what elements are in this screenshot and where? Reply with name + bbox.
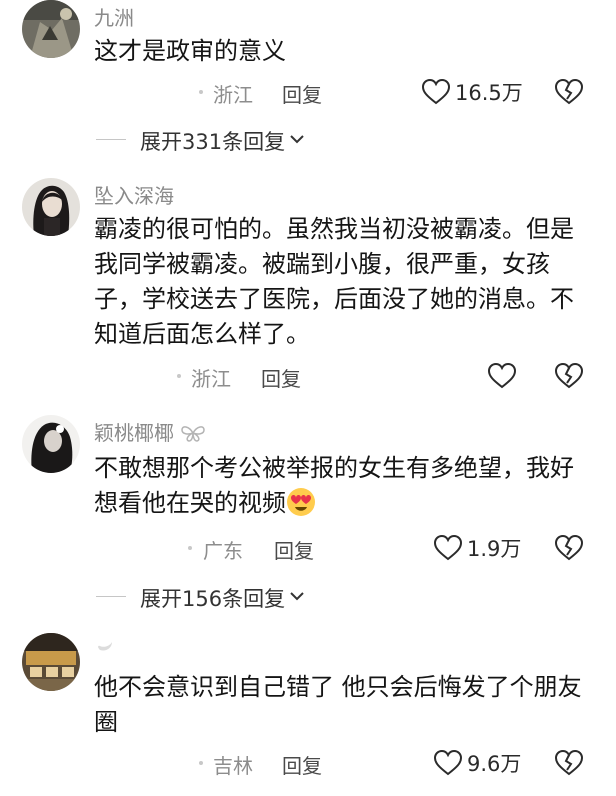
comment-text-content: 不敢想那个考公被举报的女生有多绝望，我好想看他在哭的视频 <box>94 454 574 517</box>
broken-heart-icon <box>554 362 584 389</box>
like-button[interactable]: 9.6万 <box>433 748 521 778</box>
divider <box>96 596 126 597</box>
expand-replies[interactable]: 展开156条回复 <box>0 581 616 611</box>
username[interactable] <box>94 635 116 659</box>
chevron-down-icon <box>290 592 304 601</box>
reply-button[interactable]: 回复 <box>274 535 314 564</box>
separator-dot <box>199 761 203 765</box>
separator-dot <box>177 374 181 378</box>
username[interactable]: 九洲 <box>94 2 134 31</box>
reply-button[interactable]: 回复 <box>261 363 301 392</box>
comment-meta: 浙江 回复 16.5万 <box>0 77 616 107</box>
broken-heart-icon <box>554 534 584 561</box>
location: 吉林 <box>213 754 253 778</box>
comment-meta: 广东 回复 1.9万 <box>0 533 616 563</box>
separator-dot <box>199 90 203 94</box>
location: 浙江 <box>213 83 253 107</box>
like-button[interactable]: 1.9万 <box>433 533 521 563</box>
comment-text: 这才是政审的意义 <box>94 37 286 65</box>
expand-replies[interactable]: 展开331条回复 <box>0 124 616 154</box>
like-count: 16.5万 <box>455 81 523 105</box>
username[interactable]: 颖桃椰椰 <box>94 417 206 446</box>
comment-meta: 浙江 回复 <box>0 361 616 391</box>
broken-heart-icon <box>554 78 584 105</box>
dislike-button[interactable] <box>554 361 584 391</box>
dislike-button[interactable] <box>554 77 584 107</box>
broken-heart-icon <box>554 749 584 776</box>
username[interactable]: 坠入深海 <box>94 180 174 209</box>
heart-outline-icon <box>421 78 451 105</box>
butterfly-icon <box>181 426 206 442</box>
heart-outline-icon <box>433 534 463 561</box>
avatar[interactable] <box>22 633 80 691</box>
avatar[interactable] <box>22 415 80 473</box>
dislike-button[interactable] <box>554 748 584 778</box>
reply-button[interactable]: 回复 <box>282 79 322 108</box>
username-text: 颖桃椰椰 <box>94 421 174 445</box>
heart-outline-icon <box>433 749 463 776</box>
heart-outline-icon <box>487 362 517 389</box>
avatar[interactable] <box>22 178 80 236</box>
moon-icon <box>98 642 112 651</box>
comment-text: 霸凌的很可怕的。虽然我当初没被霸凌。但是我同学被霸凌。被踹到小腹，很严重，女孩子… <box>94 215 574 348</box>
like-count: 9.6万 <box>467 752 522 776</box>
dislike-button[interactable] <box>554 533 584 563</box>
avatar[interactable] <box>22 0 80 58</box>
comment-text: 不敢想那个考公被举报的女生有多绝望，我好想看他在哭的视频 <box>94 451 594 521</box>
divider <box>96 139 126 140</box>
expand-replies-label: 展开156条回复 <box>140 587 286 611</box>
comment-meta: 吉林 回复 9.6万 <box>0 748 616 778</box>
chevron-down-icon <box>290 135 304 144</box>
like-button[interactable]: 16.5万 <box>421 77 523 107</box>
heart-eyes-emoji-icon <box>287 488 315 516</box>
expand-replies-label: 展开331条回复 <box>140 130 286 154</box>
separator-dot <box>188 546 192 550</box>
reply-button[interactable]: 回复 <box>282 750 322 779</box>
location: 广东 <box>203 539 243 563</box>
comment-text: 他不会意识到自己错了 他只会后悔发了个朋友圈 <box>94 673 582 736</box>
location: 浙江 <box>191 367 231 391</box>
like-button[interactable] <box>487 361 521 391</box>
like-count: 1.9万 <box>467 537 522 561</box>
